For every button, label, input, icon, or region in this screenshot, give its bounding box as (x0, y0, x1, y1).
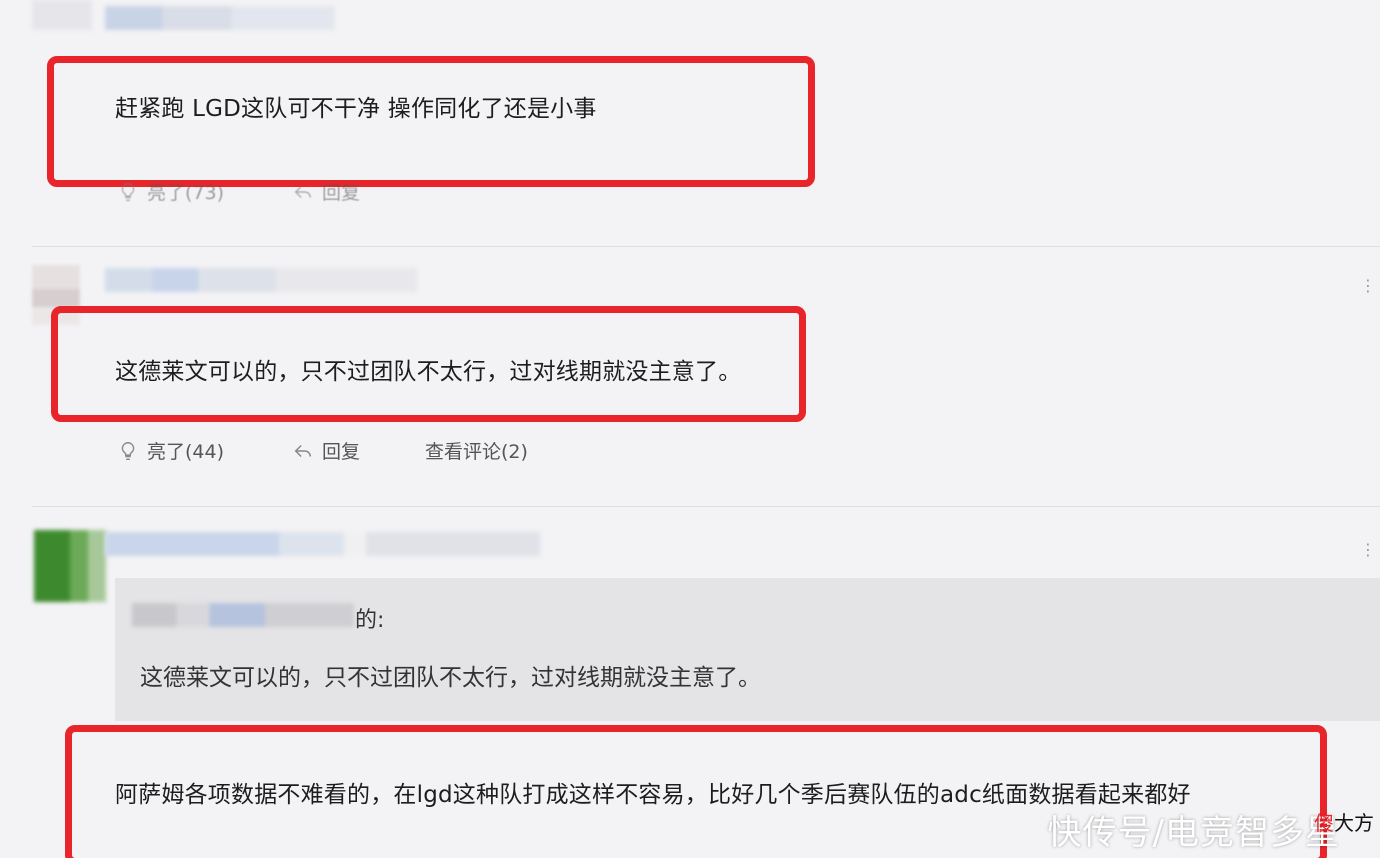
reply-label: 回复 (322, 441, 361, 463)
avatar-blurred (34, 530, 106, 602)
quote-author-blurred (132, 603, 354, 627)
comment-text: 赶紧跑 LGD这队可不干净 操作同化了还是小事 (115, 96, 597, 122)
more-icon[interactable]: ⋮ (1360, 540, 1376, 559)
view-comments-label: 查看评论(2) (425, 441, 528, 463)
reply-button[interactable]: 回复 (292, 178, 360, 205)
like-label: 亮了(73) (147, 182, 225, 204)
badge-highlight: 傻 (1314, 811, 1334, 835)
like-label: 亮了(44) (147, 441, 225, 463)
reply-icon (294, 444, 312, 457)
reply-label: 回复 (322, 182, 361, 204)
avatar-blurred (32, 0, 92, 30)
more-icon[interactable]: ⋮ (1360, 276, 1376, 295)
quote-text: 这德莱文可以的，只不过团队不太行，过对线期就没主意了。 (140, 665, 761, 691)
username-blurred (105, 268, 417, 292)
divider (32, 506, 1380, 507)
badge-text: 大方 (1334, 811, 1374, 835)
divider (32, 246, 1380, 247)
comment-text: 这德莱文可以的，只不过团队不太行，过对线期就没主意了。 (115, 359, 742, 385)
reply-icon (294, 185, 312, 198)
like-button[interactable]: 亮了(73) (117, 178, 224, 205)
username-blurred (105, 532, 540, 556)
comment-text: 阿萨姆各项数据不难看的，在lgd这种队打成这样不容易，比好几个季后赛队伍的adc… (115, 782, 1191, 808)
view-comments-link[interactable]: 查看评论(2) (425, 437, 528, 464)
watermark-badge: 傻大方 (1314, 807, 1374, 836)
like-button[interactable]: 亮了(44) (117, 437, 224, 464)
watermark-text: 快传号/电竞智多星 (1047, 813, 1340, 853)
username-blurred (105, 6, 335, 30)
quoted-comment (115, 578, 1380, 721)
quote-author-suffix: 的: (355, 608, 385, 633)
lightbulb-icon (121, 441, 135, 460)
reply-button[interactable]: 回复 (292, 437, 360, 464)
lightbulb-icon (121, 182, 135, 201)
